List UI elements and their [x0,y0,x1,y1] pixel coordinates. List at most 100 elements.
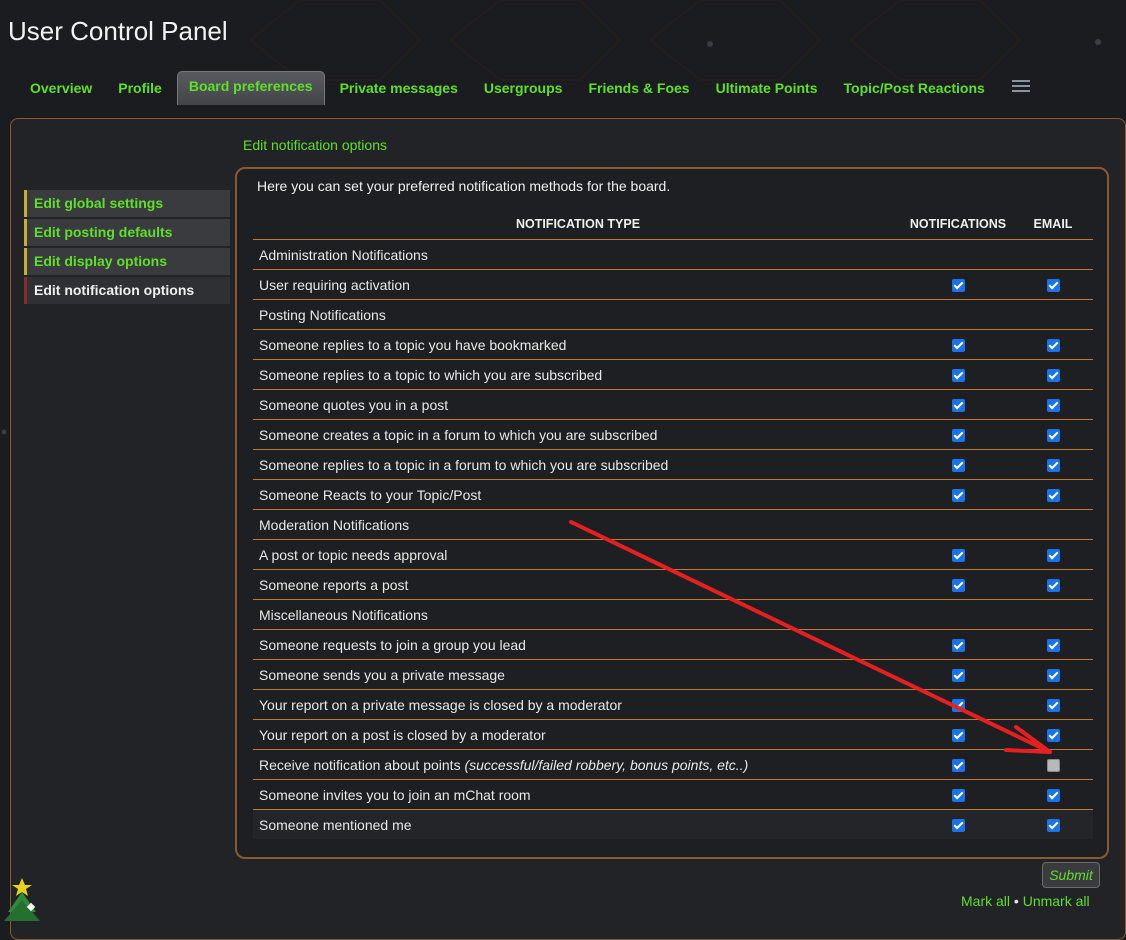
table-row: Someone replies to a topic in a forum to… [253,449,1093,480]
tab-usergroups[interactable]: Usergroups [471,72,576,105]
notification-label: Someone replies to a topic in a forum to… [253,449,903,480]
notification-label: Someone creates a topic in a forum to wh… [253,419,903,450]
notifications-checkbox[interactable] [951,489,965,503]
notification-label-text: Your report on a private message is clos… [259,696,622,713]
email-checkbox[interactable] [1046,459,1060,473]
notifications-checkbox[interactable] [951,429,965,443]
group-title: Administration Notifications [253,239,1093,270]
notification-label-text: Your report on a post is closed by a mod… [259,726,546,743]
email-checkbox[interactable] [1046,759,1060,773]
sidebar-item-display-options[interactable]: Edit display options [24,248,230,275]
submit-button[interactable]: Submit [1042,862,1100,888]
notifications-checkbox-cell [903,539,1013,570]
sidebar-item-notification-options[interactable]: Edit notification options [24,277,230,304]
email-checkbox[interactable] [1046,789,1060,803]
notification-label-text: Someone creates a topic in a forum to wh… [259,426,658,443]
notifications-checkbox[interactable] [951,669,965,683]
tab-board-preferences[interactable]: Board preferences [176,71,325,105]
christmas-tree-icon [4,878,40,921]
notification-label-text: User requiring activation [259,276,410,293]
sidebar-item-posting-defaults[interactable]: Edit posting defaults [24,219,230,246]
group-title: Moderation Notifications [253,509,1093,540]
notification-label-text: Someone replies to a topic you have book… [259,336,567,353]
notification-label-text: Someone reports a post [259,576,409,593]
notification-label-text: Someone mentioned me [259,816,412,833]
email-checkbox[interactable] [1046,729,1060,743]
notification-label: Someone quotes you in a post [253,389,903,420]
sidebar-nav: Edit global settings Edit posting defaul… [24,190,230,306]
notification-label-text: Someone quotes you in a post [259,396,449,413]
notifications-checkbox[interactable] [951,789,965,803]
email-checkbox[interactable] [1046,819,1060,833]
table-row: Someone replies to a topic to which you … [253,359,1093,390]
table-row: Someone quotes you in a post [253,389,1093,420]
ucp-tabs: Overview Profile Board preferences Priva… [17,71,1030,105]
group-row: Moderation Notifications [253,509,1093,540]
notifications-checkbox-cell [903,269,1013,300]
table-row: Your report on a post is closed by a mod… [253,719,1093,750]
notifications-checkbox[interactable] [951,549,965,563]
notifications-checkbox[interactable] [951,639,965,653]
email-checkbox[interactable] [1046,639,1060,653]
notifications-checkbox[interactable] [951,279,965,293]
sidebar-item-global-settings[interactable]: Edit global settings [24,190,230,217]
notifications-checkbox[interactable] [951,459,965,473]
email-checkbox[interactable] [1046,369,1060,383]
table-row: Someone sends you a private message [253,659,1093,690]
notification-label: Your report on a post is closed by a mod… [253,719,903,750]
notifications-checkbox-cell [903,419,1013,450]
tab-profile[interactable]: Profile [105,72,175,105]
notification-hint: (successful/failed robbery, bonus points… [464,756,749,773]
email-checkbox-cell [1013,539,1093,570]
notifications-checkbox[interactable] [951,399,965,413]
notifications-checkbox[interactable] [951,729,965,743]
email-checkbox-cell [1013,569,1093,600]
notifications-checkbox-cell [903,809,1013,839]
email-checkbox-cell [1013,749,1093,780]
notifications-checkbox[interactable] [951,579,965,593]
notifications-checkbox-cell [903,659,1013,690]
email-checkbox-cell [1013,359,1093,390]
notification-label: Someone mentioned me [253,809,903,839]
tab-private-messages[interactable]: Private messages [327,72,471,105]
email-checkbox-cell [1013,689,1093,720]
tab-ultimate-points[interactable]: Ultimate Points [703,72,831,105]
unmark-all-link[interactable]: Unmark all [1023,893,1090,909]
tab-topic-post-reactions[interactable]: Topic/Post Reactions [831,72,998,105]
hamburger-icon[interactable] [1011,77,1030,95]
email-checkbox-cell [1013,719,1093,750]
email-checkbox[interactable] [1046,399,1060,413]
section-heading: Edit notification options [243,137,387,153]
notification-label: Someone Reacts to your Topic/Post [253,479,903,510]
notification-options-box: Here you can set your preferred notifica… [235,167,1109,859]
email-checkbox-cell [1013,389,1093,420]
notifications-checkbox[interactable] [951,699,965,713]
email-checkbox[interactable] [1046,429,1060,443]
tab-friends-foes[interactable]: Friends & Foes [575,72,702,105]
email-checkbox[interactable] [1046,699,1060,713]
intro-text: Here you can set your preferred notifica… [257,178,671,194]
tab-overview[interactable]: Overview [17,72,105,105]
table-row: A post or topic needs approval [253,539,1093,570]
email-checkbox[interactable] [1046,279,1060,293]
notification-label-text: Someone requests to join a group you lea… [259,636,526,653]
email-checkbox-cell [1013,419,1093,450]
notifications-checkbox-cell [903,479,1013,510]
email-checkbox[interactable] [1046,669,1060,683]
header-email: EMAIL [1013,209,1093,240]
notifications-checkbox[interactable] [951,369,965,383]
notifications-checkbox[interactable] [951,819,965,833]
notifications-checkbox-cell [903,629,1013,660]
notifications-checkbox-cell [903,779,1013,810]
link-separator: • [1013,893,1019,909]
email-checkbox[interactable] [1046,549,1060,563]
email-checkbox-cell [1013,809,1093,839]
notifications-checkbox[interactable] [951,339,965,353]
mark-all-link[interactable]: Mark all [961,893,1010,909]
notifications-checkbox[interactable] [951,759,965,773]
notification-label: User requiring activation [253,269,903,300]
email-checkbox[interactable] [1046,579,1060,593]
email-checkbox[interactable] [1046,339,1060,353]
email-checkbox[interactable] [1046,489,1060,503]
table-row: Someone invites you to join an mChat roo… [253,779,1093,810]
